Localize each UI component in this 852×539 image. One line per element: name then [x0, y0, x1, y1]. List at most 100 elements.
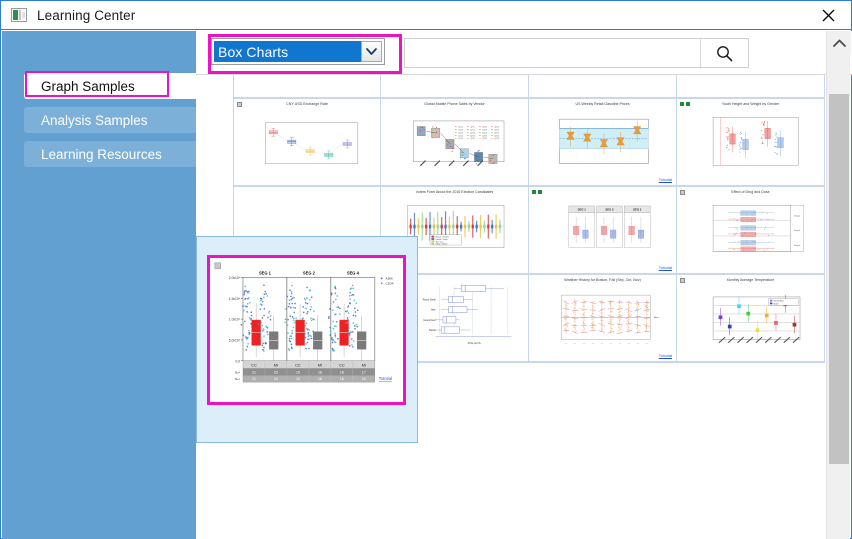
- svg-text:17: 17: [362, 370, 366, 374]
- sidebar-item-label: Graph Samples: [41, 78, 135, 94]
- svg-text:10: 10: [296, 377, 300, 381]
- thumbnail-cell[interactable]: Monthly Average Temperature Weekly (SD) Mo…: [677, 275, 825, 363]
- svg-text:20: 20: [274, 370, 278, 374]
- thumbnail-cell[interactable]: ———————————: [381, 75, 529, 99]
- svg-text:—: —: [609, 343, 612, 345]
- tutorial-link[interactable]: Tutorial: [659, 353, 672, 358]
- thumbnail-chart: [265, 122, 359, 164]
- svg-text:Q3'12: Q3'12: [482, 129, 487, 131]
- thumbnail-content: SEG 1 SEG 2 SEG 3: [532, 190, 673, 270]
- close-button[interactable]: [805, 1, 851, 29]
- search-button[interactable]: [700, 39, 748, 67]
- sidebar: Graph Samples Analysis Samples Learning …: [2, 31, 204, 539]
- thumbnail-cell[interactable]: ————: [529, 75, 677, 99]
- svg-text:Tutorial: Tutorial: [379, 376, 392, 381]
- svg-text:Q2'12: Q2'12: [470, 129, 475, 131]
- sidebar-item-learning-resources[interactable]: Learning Resources: [24, 141, 204, 167]
- thumbnail-cell[interactable]: [233, 75, 381, 99]
- svg-text:—: —: [591, 343, 594, 345]
- thumbnail-content: ————————: [680, 75, 821, 94]
- svg-text:Q4'13: Q4'13: [494, 132, 499, 134]
- thumbnail-cell[interactable]: SEG 1 SEG 2 SEG 3 Tutorial: [529, 187, 677, 275]
- svg-text:Q4'11: Q4'11: [494, 126, 499, 128]
- svg-text:SEG 1: SEG 1: [577, 208, 586, 212]
- svg-text:Q1'12: Q1'12: [458, 129, 463, 131]
- search-input[interactable]: [405, 39, 700, 67]
- thumbnail-title: US Weekly Retail Gasoline Prices: [575, 102, 630, 107]
- svg-text:SEG 2: SEG 2: [303, 270, 316, 275]
- selected-thumbnail-frame[interactable]: 2.0x10⁶ 1.5x10⁶ 1.0x10⁶ 5.0x10⁵ 0.0 SEG 1 SEG …: [207, 255, 406, 405]
- thumbnail-chart: [558, 118, 649, 164]
- thumbnail-cell[interactable]: CNY USD Exchange Rate: [233, 99, 381, 187]
- thumbnail-title: Youth Height and Weight by Gender: [721, 102, 780, 107]
- svg-text:Q1'15: Q1'15: [458, 138, 463, 140]
- svg-text:Q2'14: Q2'14: [470, 135, 475, 137]
- thumbnail-cell[interactable]: US Weekly Retail Gasoline Prices Tutorial: [529, 99, 677, 187]
- svg-text:—: —: [573, 343, 576, 345]
- svg-text:18: 18: [318, 377, 322, 381]
- sidebar-item-graph-samples[interactable]: Graph Samples: [24, 73, 202, 99]
- thumbnail-content: CNY USD Exchange Rate: [237, 102, 377, 182]
- category-dropdown[interactable]: Box Charts: [211, 38, 385, 65]
- thumbnail-content: US Weekly Retail Gasoline Prices: [532, 102, 673, 182]
- chevron-down-icon[interactable]: [361, 41, 382, 62]
- svg-text:Nₑ=: Nₑ=: [235, 377, 240, 381]
- svg-text:CC: CC: [295, 362, 301, 367]
- sidebar-item-label: Learning Resources: [41, 146, 162, 162]
- svg-text:Q1'11: Q1'11: [458, 126, 463, 128]
- svg-text:Mean: Mean: [653, 317, 658, 319]
- scroll-up-button[interactable]: [827, 31, 851, 55]
- svg-text:18: 18: [318, 370, 322, 374]
- thumbnail-cell[interactable]: Weather History for Boston, Fall (Sep, O…: [529, 275, 677, 363]
- thumbnail-chart: [238, 75, 376, 91]
- svg-text:—: —: [627, 343, 630, 345]
- thumbnail-chart: ———————————: [386, 75, 524, 91]
- svg-text:Q2'15: Q2'15: [470, 138, 475, 140]
- vertical-scrollbar[interactable]: [826, 31, 851, 539]
- thumbnail-content: ———————————: [384, 75, 525, 94]
- thumbnail-content: [237, 75, 377, 94]
- selected-thumbnail-card[interactable]: 2.0x10⁶ 1.5x10⁶ 1.0x10⁶ 5.0x10⁵ 0.0 SEG 1 SEG …: [196, 236, 418, 443]
- thumbnail-title: Weather History for Boston, Fall (Sep, O…: [564, 278, 641, 283]
- svg-text:Q3'15: Q3'15: [482, 138, 487, 140]
- tutorial-link[interactable]: Tutorial: [659, 177, 672, 182]
- thumbnail-chart: Weekly (SD)Model: [712, 294, 800, 343]
- search-box[interactable]: [404, 38, 749, 68]
- learning-center-window: Learning Center Graph Samples Analysis S…: [0, 0, 852, 539]
- thumbnail-chart: [712, 116, 798, 166]
- thumbnail-chart: SEG 1 SEG 2 SEG 3: [568, 205, 650, 248]
- svg-text:—: —: [600, 343, 603, 345]
- thumbnail-title: Effect of Drug and Dose: [731, 190, 770, 195]
- svg-text:MI: MI: [274, 362, 278, 367]
- svg-text:Hillary / Clinton: Hillary / Clinton: [435, 242, 447, 245]
- svg-text:Round Steak: Round Steak: [422, 298, 436, 301]
- svg-text:Bacon: Bacon: [429, 330, 436, 332]
- scrollbar-thumb[interactable]: [829, 94, 849, 464]
- thumbnail-title: Voters Form About the 2016 Election Cand…: [415, 190, 494, 195]
- svg-text:18: 18: [340, 377, 344, 381]
- thumbnail-title: Global Mobile Phone Sales by Vendor: [424, 102, 485, 107]
- sidebar-item-analysis-samples[interactable]: Analysis Samples: [24, 107, 204, 133]
- thumbnail-chart: Q1'11 Q2'11 Q3'11 Q4'11 Q1'12 Q2'12 Q3'12 Q4'12…: [412, 120, 504, 166]
- sidebar-item-label: Analysis Samples: [41, 112, 148, 128]
- svg-text:SEG 3: SEG 3: [633, 208, 642, 212]
- tutorial-link[interactable]: Tutorial: [659, 265, 672, 270]
- svg-text:Ground beef: Ground beef: [423, 319, 436, 322]
- svg-text:A386: A386: [386, 277, 394, 281]
- svg-text:Ham: Ham: [430, 310, 435, 312]
- category-dropdown-value: Box Charts: [214, 41, 361, 62]
- svg-text:Q3'13: Q3'13: [482, 132, 487, 134]
- svg-text:CD34: CD34: [386, 282, 394, 286]
- thumbnail-cell[interactable]: Effect of Drug and Dose Drug 1 Drug 2 Drug …: [677, 187, 825, 275]
- svg-text:Q3'14: Q3'14: [482, 135, 487, 137]
- thumbnail-cell[interactable]: ————————: [677, 75, 825, 99]
- svg-text:Model: Model: [773, 303, 778, 305]
- svg-text:Q2'11: Q2'11: [470, 126, 475, 128]
- thumbnail-cell[interactable]: Youth Height and Weight by Gender: [677, 99, 825, 187]
- thumbnail-content: Weather History for Boston, Fall (Sep, O…: [532, 278, 673, 358]
- thumbnail-title: Monthly Average Temperature: [726, 278, 775, 283]
- thumbnail-chart: ————————: [682, 75, 820, 91]
- svg-text:—: —: [618, 343, 621, 345]
- thumbnail-cell[interactable]: Global Mobile Phone Sales by Vendor Q1'11…: [381, 99, 529, 187]
- svg-text:MI: MI: [318, 362, 322, 367]
